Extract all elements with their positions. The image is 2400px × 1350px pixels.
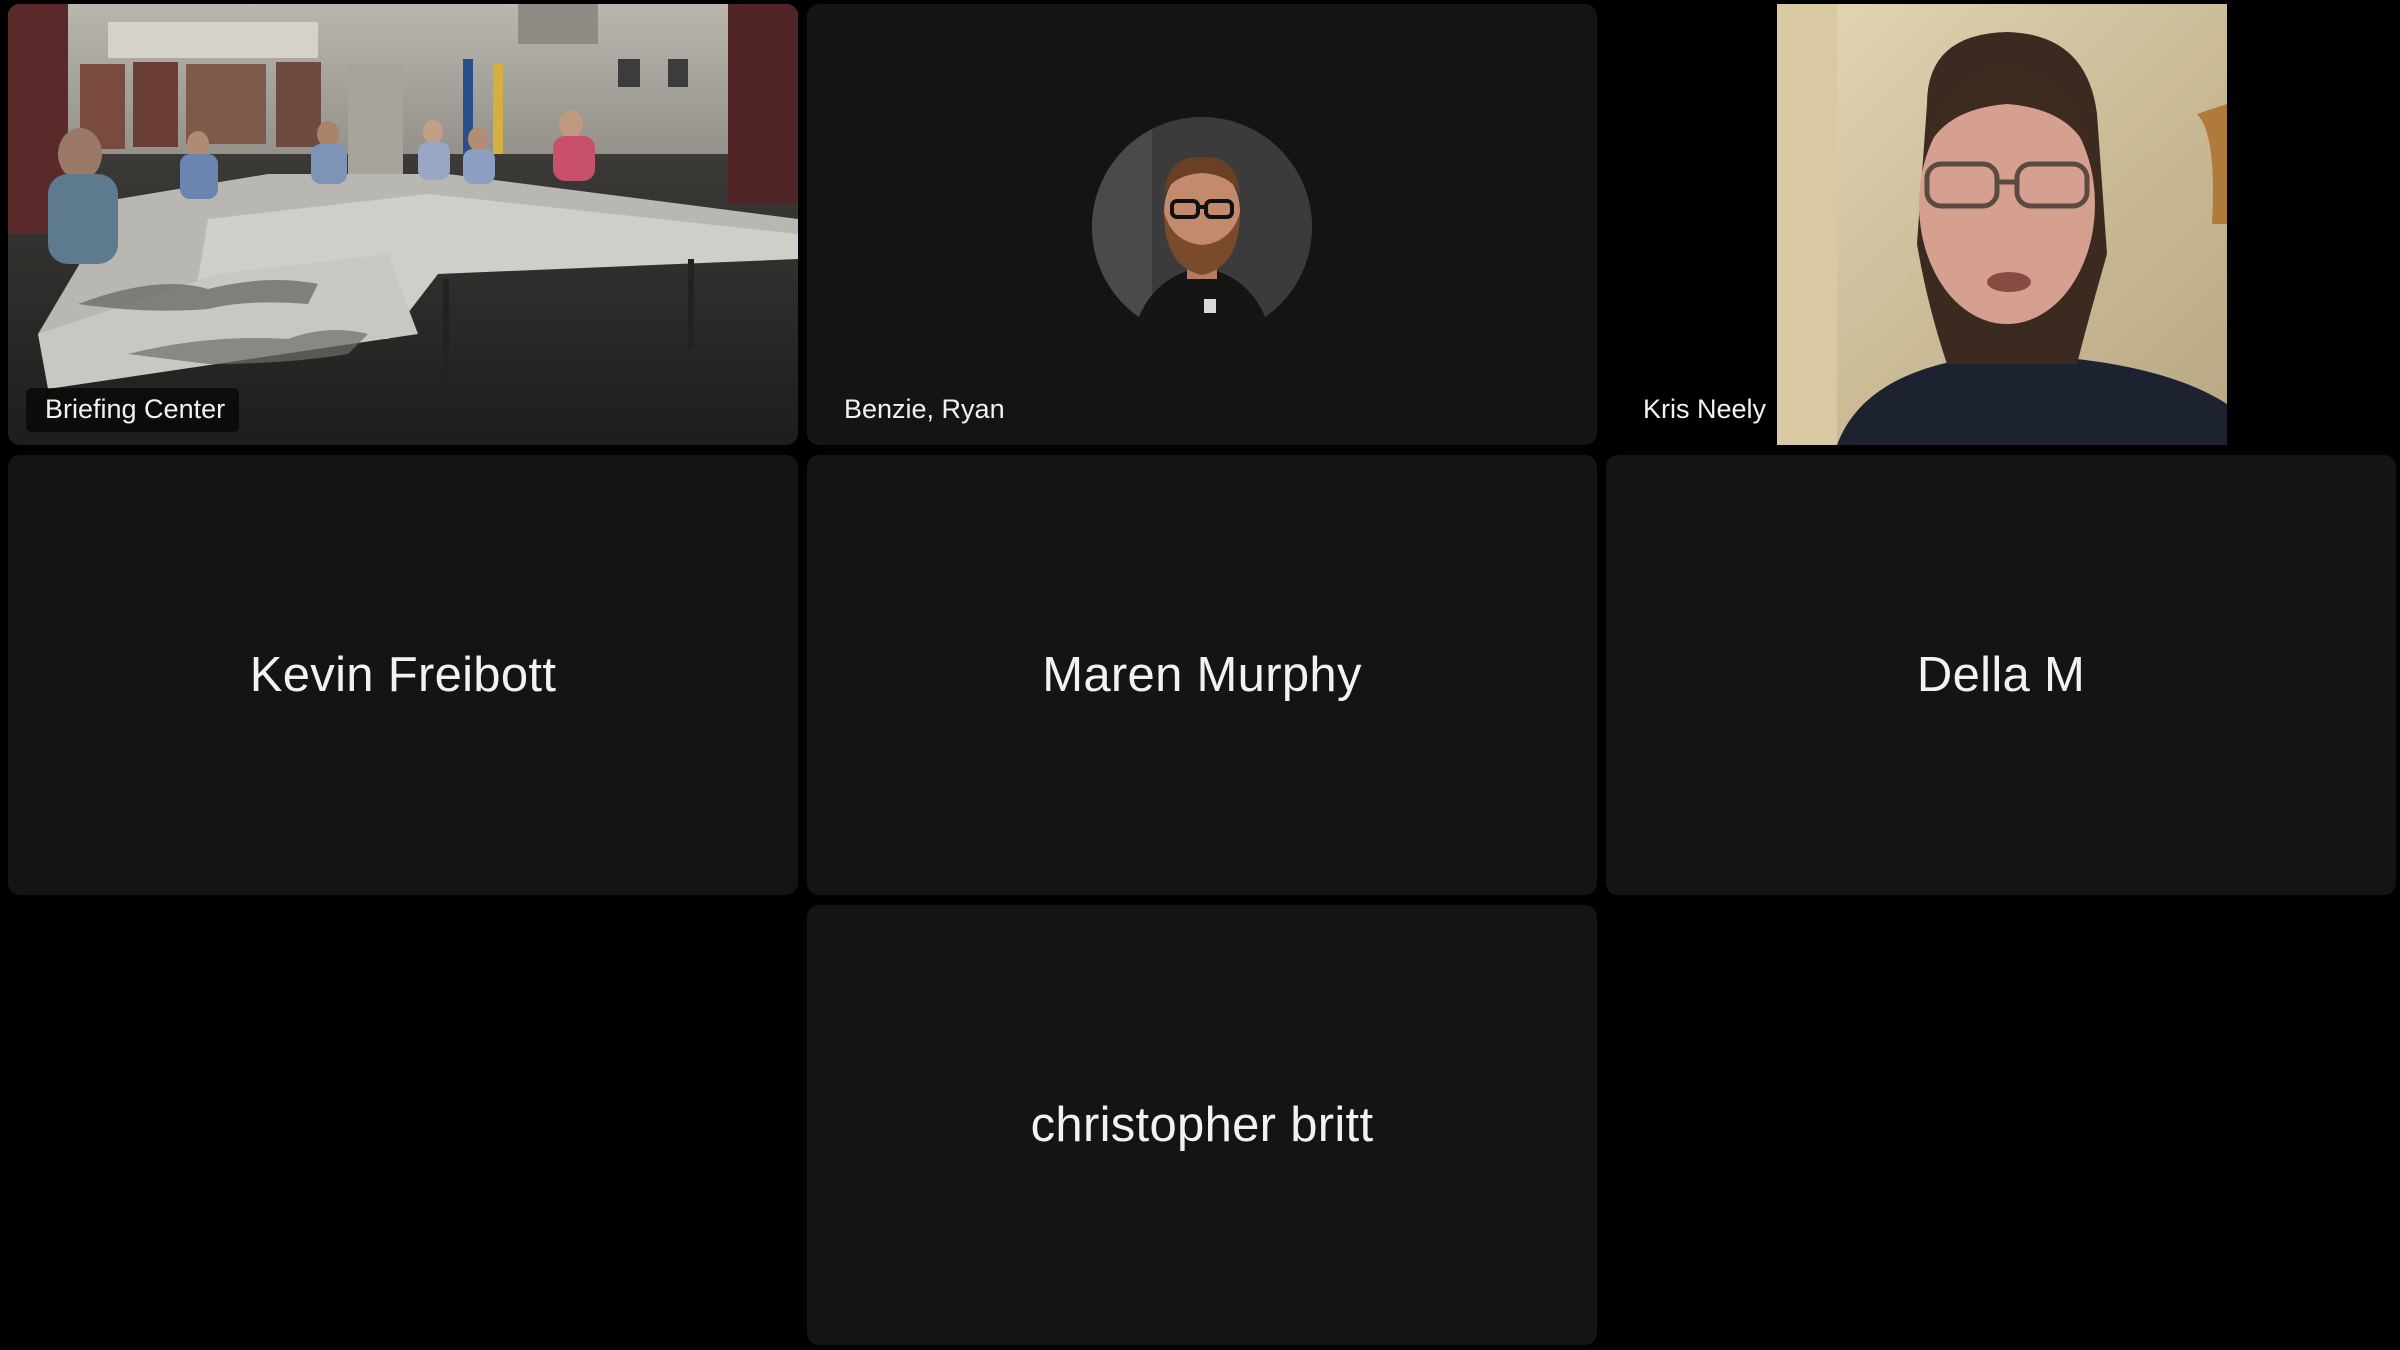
participant-tile-briefing-center[interactable]: Briefing Center bbox=[8, 4, 798, 445]
participant-name-label: Benzie, Ryan bbox=[844, 394, 1005, 424]
conference-room-video bbox=[8, 4, 798, 445]
participant-name: Maren Murphy bbox=[1042, 648, 1362, 702]
participant-name: Della M bbox=[1916, 648, 2086, 702]
participant-tile-maren-murphy[interactable]: Maren Murphy bbox=[807, 455, 1597, 895]
participant-name-label: Briefing Center bbox=[26, 388, 240, 432]
participant-name: Kevin Freibott bbox=[249, 648, 557, 702]
participant-tile-christopher-britt[interactable]: christopher britt bbox=[807, 905, 1597, 1345]
participant-tile-kevin-freibott[interactable]: Kevin Freibott bbox=[8, 455, 798, 895]
participant-video-kris-neely bbox=[1777, 4, 2227, 445]
participant-tile-della-m[interactable]: Della M bbox=[1606, 455, 2396, 895]
participant-tile-benzie-ryan[interactable]: Benzie, Ryan bbox=[807, 4, 1597, 445]
participant-name-label: Kris Neely bbox=[1643, 394, 1767, 424]
avatar bbox=[1092, 117, 1312, 337]
participant-name: christopher britt bbox=[1030, 1098, 1374, 1152]
